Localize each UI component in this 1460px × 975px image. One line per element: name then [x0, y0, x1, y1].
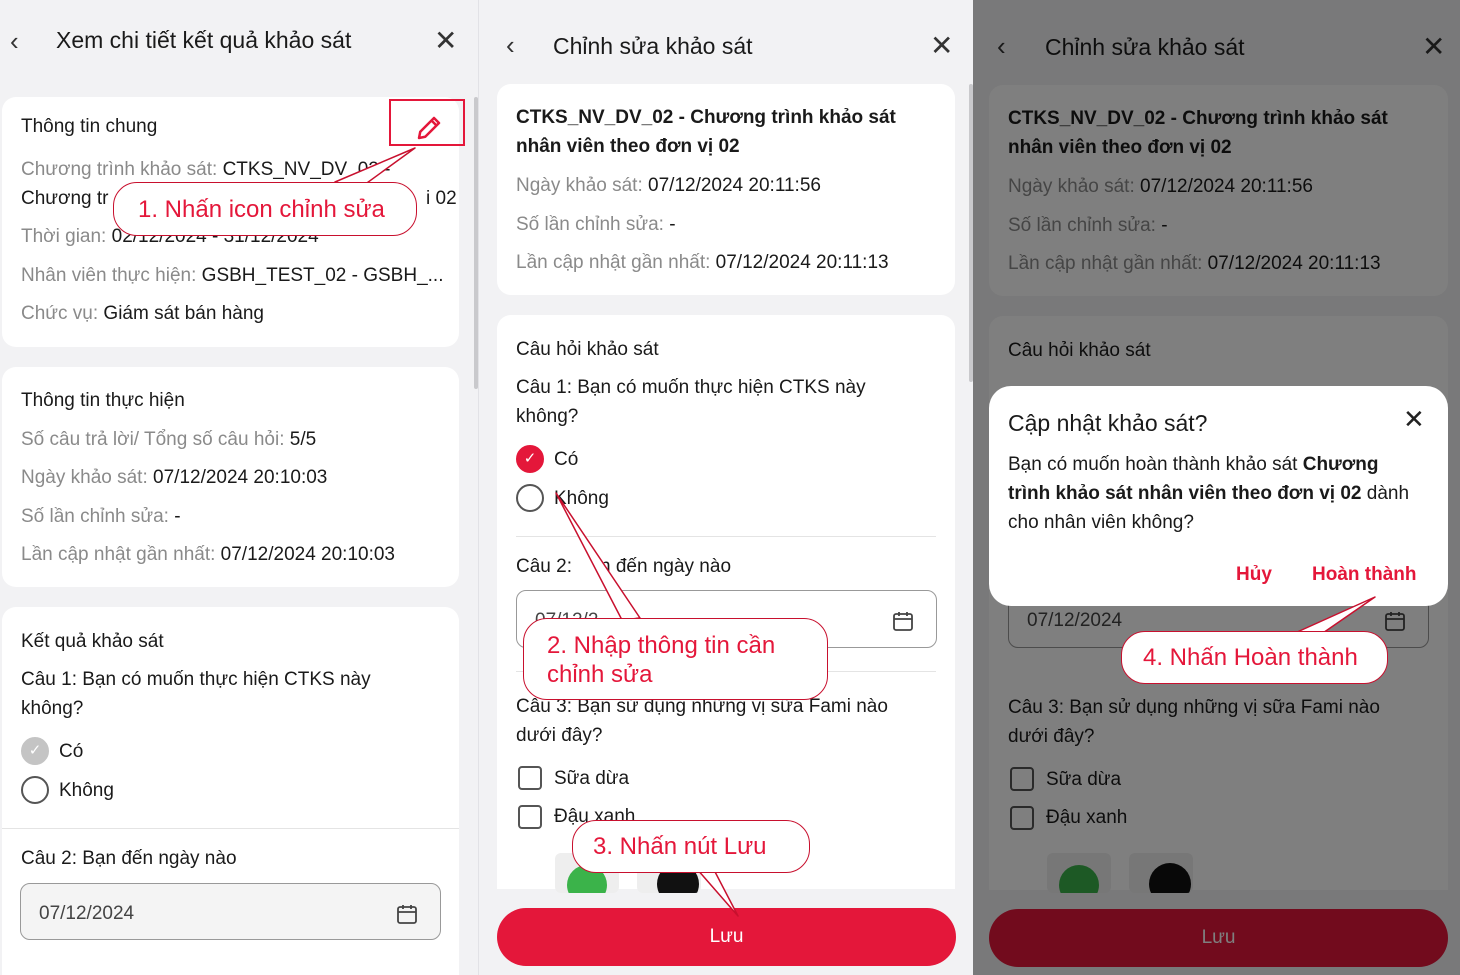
callout-step-4: 4. Nhấn Hoàn thành: [1121, 631, 1388, 684]
callout-step-2: 2. Nhập thông tin cần chỉnh sửa: [523, 618, 828, 700]
callout-step-1: 1. Nhấn icon chỉnh sửa: [113, 182, 417, 236]
callout-step-3: 3. Nhấn nút Lưu: [572, 820, 810, 873]
